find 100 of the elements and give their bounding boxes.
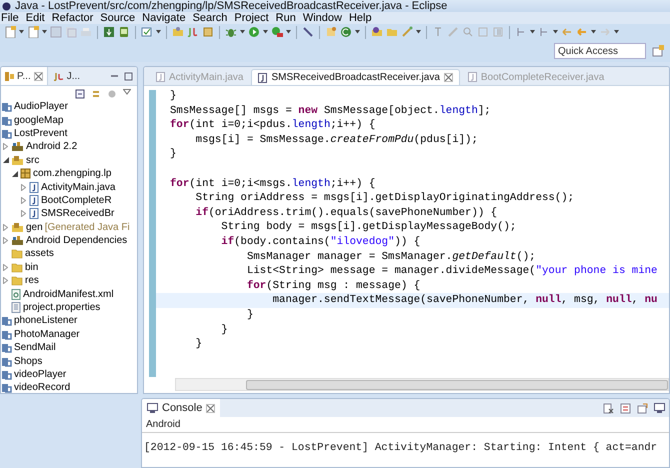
collapse-all-icon[interactable] (75, 89, 85, 99)
caret-icon[interactable] (42, 30, 47, 34)
collapsed-arrow-icon[interactable] (21, 196, 26, 204)
view-menu-icon[interactable] (123, 89, 131, 95)
maximize-icon[interactable] (124, 72, 133, 80)
tree-item[interactable]: bin (25, 262, 38, 273)
menu-item[interactable]: Navigate (141, 12, 190, 24)
caret-icon[interactable] (19, 30, 24, 34)
tree-item[interactable]: ActivityMain.java (41, 182, 116, 193)
tree-item[interactable]: assets (25, 248, 54, 260)
code-line: } (246, 308, 254, 322)
caret-icon[interactable] (263, 30, 268, 34)
tree-item[interactable]: res (25, 275, 39, 286)
package-icon[interactable] (202, 26, 214, 38)
external-tools-icon[interactable] (271, 26, 283, 38)
search-icon[interactable] (462, 26, 474, 38)
caret-icon[interactable] (553, 30, 558, 34)
display-console-icon[interactable] (654, 402, 665, 414)
project-icon (1, 369, 12, 380)
editor-tab[interactable]: SMSReceivedBroadcastReceiver.java (251, 69, 460, 85)
tree-item[interactable]: AndroidManifest.xml (23, 288, 114, 300)
android-device-icon[interactable] (118, 26, 130, 38)
tree-item[interactable]: videoRecord (14, 382, 70, 393)
clear-console-icon[interactable] (603, 402, 614, 414)
run-icon[interactable] (248, 26, 260, 38)
pin-console-icon[interactable] (637, 402, 648, 414)
console-tab[interactable]: Console (142, 399, 220, 417)
tree-item[interactable]: AudioPlayer (14, 101, 68, 112)
menu-item[interactable]: Search (192, 12, 232, 24)
horizontal-scrollbar[interactable] (175, 378, 669, 391)
tree-item[interactable]: project.properties (23, 302, 100, 314)
properties-file-icon (11, 302, 21, 314)
xml-file-icon (11, 288, 21, 300)
open-type-icon[interactable] (371, 26, 383, 38)
caret-icon[interactable] (591, 30, 596, 34)
menu-item[interactable]: Window (302, 12, 346, 24)
menu-item[interactable]: Refactor (50, 12, 98, 24)
view-tab[interactable]: J... (50, 67, 84, 85)
folder-icon (11, 248, 23, 260)
debug-icon[interactable] (225, 26, 237, 38)
code-line: for(String msg : message) { (246, 278, 422, 294)
project-icon (1, 356, 12, 367)
code-line: SmsMessage[] msgs = new SmsMessage[object.length]; (169, 104, 492, 118)
tree-item[interactable]: BootCompleteR (41, 194, 112, 206)
tree-item[interactable]: Shops (14, 356, 42, 367)
menu-item[interactable]: Project (233, 12, 273, 24)
menu-item[interactable]: Run (274, 12, 300, 24)
caret-icon[interactable] (614, 30, 619, 34)
checkbox-icon[interactable] (141, 26, 153, 38)
caret-icon[interactable] (530, 30, 535, 34)
menu-item[interactable]: Edit (24, 12, 49, 24)
collapsed-arrow-icon[interactable] (21, 210, 26, 218)
new-class-icon[interactable] (325, 26, 337, 38)
expanded-arrow-icon[interactable] (3, 157, 9, 164)
tree-item[interactable]: com.zhengping.lp (33, 168, 112, 180)
code-line: } (220, 322, 229, 338)
tree-item[interactable]: SendMail (14, 342, 56, 354)
collapsed-arrow-icon[interactable] (21, 184, 26, 191)
tree-item[interactable]: videoPlayer (14, 369, 66, 380)
tree-item[interactable]: phoneListener (14, 315, 78, 326)
menu-item[interactable]: Help (348, 12, 376, 24)
menu-item[interactable]: Source (99, 12, 140, 24)
download-icon[interactable] (103, 26, 115, 38)
close-icon[interactable] (206, 404, 216, 412)
tree-item[interactable]: Android 2.2 (26, 141, 78, 152)
collapsed-arrow-icon[interactable] (3, 264, 8, 271)
collapsed-arrow-icon[interactable] (3, 237, 8, 244)
tree-item[interactable]: googleMap (14, 114, 64, 126)
open-perspective-icon[interactable] (652, 45, 664, 57)
caret-icon[interactable] (286, 30, 291, 34)
tree-item[interactable]: LostPrevent (14, 128, 68, 139)
tree-item[interactable]: gen (26, 222, 43, 233)
tree-item[interactable]: Android Dependencies (26, 235, 128, 246)
open-folder-icon[interactable] (172, 26, 184, 38)
caret-icon[interactable] (416, 30, 421, 34)
collapsed-arrow-icon[interactable] (3, 143, 8, 150)
code-line: msgs[i] = SmsMessage.createFromPdu(pdus[i]); (194, 132, 479, 148)
java-file-icon (258, 72, 268, 82)
menu-item[interactable]: File (0, 12, 23, 24)
console-line: [2012-09-15 16:45:59 - LostPrevent] ActivityManager: Starting: Intent { act=andr (144, 442, 658, 454)
new-class-icon[interactable] (340, 26, 352, 38)
tree-item[interactable]: SMSReceivedBr (41, 208, 114, 220)
collapsed-arrow-icon[interactable] (3, 277, 8, 284)
code-line: for(int i=0;i<pdus.length;i++) { (169, 118, 376, 133)
close-icon[interactable] (444, 73, 453, 82)
java-unit-icon[interactable] (187, 26, 199, 38)
caret-icon[interactable] (355, 30, 360, 34)
scroll-lock-icon[interactable] (620, 402, 631, 414)
package-icon (20, 168, 31, 180)
tree-item[interactable]: src (26, 154, 40, 166)
caret-icon[interactable] (156, 30, 161, 34)
project-icon (1, 101, 12, 112)
expanded-arrow-icon[interactable] (12, 170, 18, 177)
close-icon[interactable] (34, 72, 43, 80)
quick-access-field[interactable]: Quick Access (554, 43, 646, 59)
app-icon (2, 2, 11, 10)
collapsed-arrow-icon[interactable] (3, 224, 8, 231)
caret-icon[interactable] (240, 30, 245, 34)
tree-item[interactable]: PhotoManager (14, 328, 80, 340)
view-tab[interactable]: P... (1, 67, 48, 85)
